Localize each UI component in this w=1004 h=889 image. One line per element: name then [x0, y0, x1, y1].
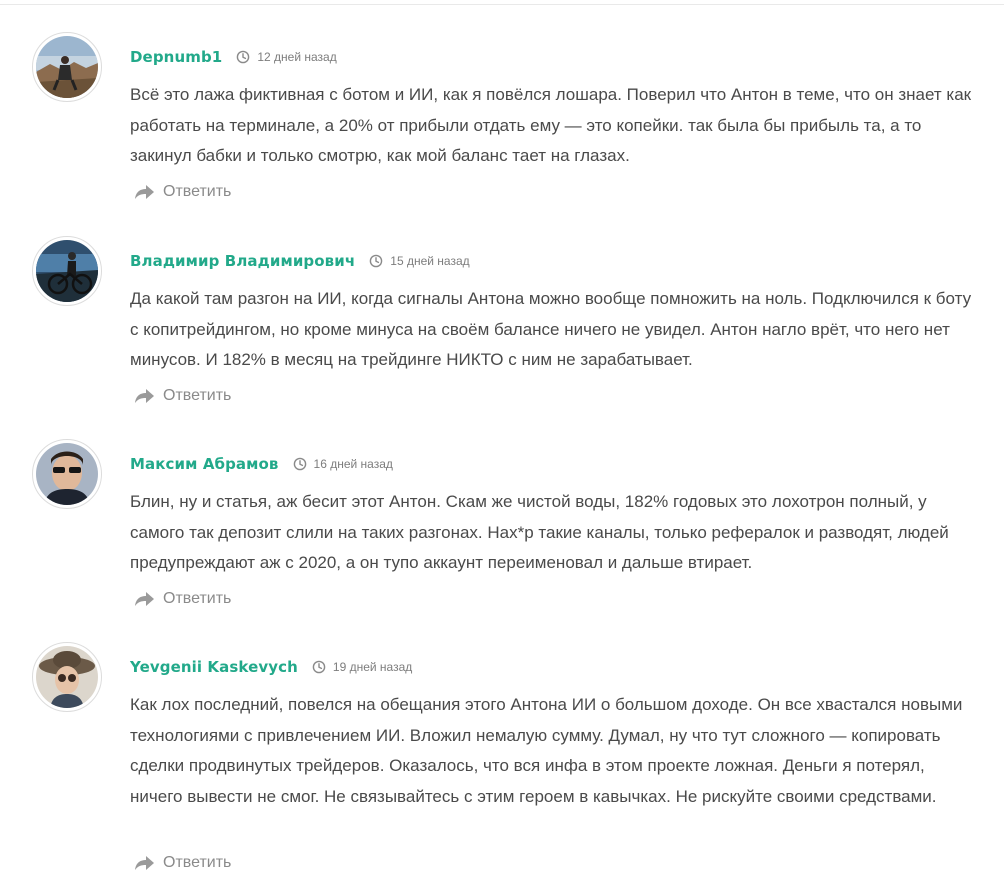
- avatar[interactable]: [32, 439, 102, 509]
- comment-meta: Depnumb1 12 дней назад: [130, 47, 337, 67]
- reply-arrow-icon: [135, 592, 154, 606]
- comment-text: Всё это лажа фиктивная с ботом и ИИ, как…: [130, 85, 972, 165]
- comment-meta: Владимир Владимирович 15 дней назад: [130, 251, 470, 271]
- clock-icon: [293, 457, 306, 471]
- clock-icon: [369, 254, 383, 268]
- comment-date[interactable]: 15 дней назад: [390, 254, 469, 268]
- comment-text: Как лох последний, повелся на обещания э…: [130, 695, 963, 806]
- comment-meta: Yevgenii Kaskevych 19 дней назад: [130, 657, 412, 677]
- comment-author[interactable]: Владимир Владимирович: [130, 252, 355, 270]
- comment-date[interactable]: 16 дней назад: [314, 457, 393, 471]
- top-divider: [0, 4, 1004, 5]
- avatar[interactable]: [32, 642, 102, 712]
- reply-arrow-icon: [135, 185, 154, 199]
- comment-text: Да какой там разгон на ИИ, когда сигналы…: [130, 289, 972, 369]
- avatar[interactable]: [32, 236, 102, 306]
- comment-text: Блин, ну и статья, аж бесит этот Антон. …: [130, 492, 949, 572]
- comment-author[interactable]: Yevgenii Kaskevych: [130, 658, 298, 676]
- clock-icon: [237, 50, 250, 64]
- reply-label: Ответить: [163, 590, 232, 607]
- reply-button[interactable]: Ответить: [133, 387, 231, 405]
- clock-icon: [312, 660, 326, 674]
- comment-author[interactable]: Максим Абрамов: [130, 455, 279, 473]
- reply-label: Ответить: [163, 387, 232, 404]
- comment-date[interactable]: 19 дней назад: [333, 660, 412, 674]
- reply-arrow-icon: [135, 856, 154, 870]
- avatar[interactable]: [32, 32, 102, 102]
- reply-arrow-icon: [135, 389, 154, 403]
- reply-button[interactable]: Ответить: [133, 183, 231, 201]
- comment-author[interactable]: Depnumb1: [130, 48, 222, 66]
- comment-meta: Максим Абрамов 16 дней назад: [130, 454, 393, 474]
- reply-button[interactable]: Ответить: [133, 854, 231, 872]
- reply-button[interactable]: Ответить: [133, 590, 231, 608]
- reply-label: Ответить: [163, 183, 232, 200]
- comment-date[interactable]: 12 дней назад: [257, 50, 336, 64]
- reply-label: Ответить: [163, 854, 232, 871]
